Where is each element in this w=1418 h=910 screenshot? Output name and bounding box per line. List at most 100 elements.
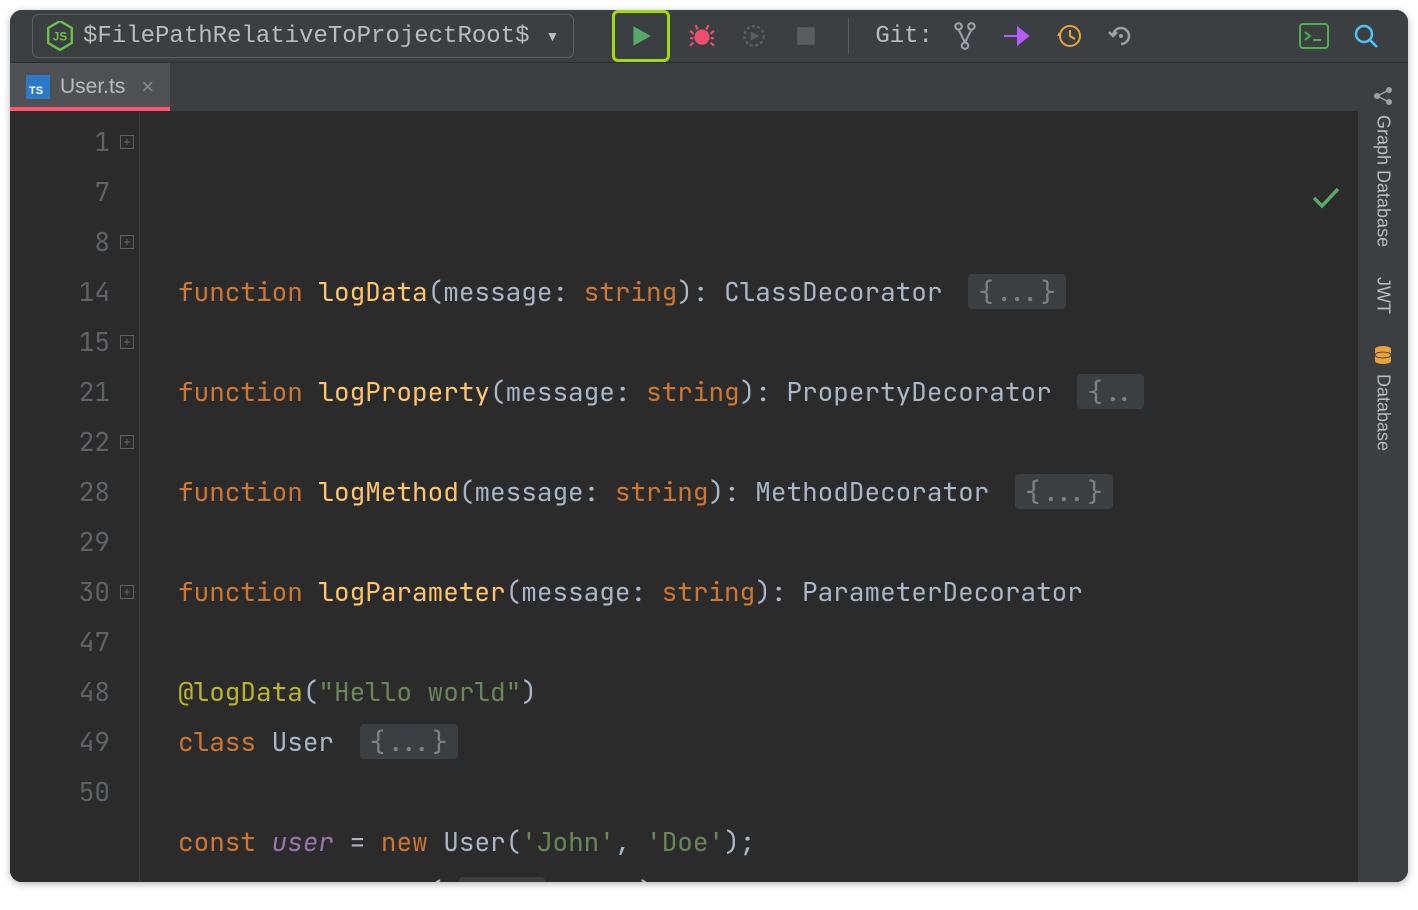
folded-region: {...} (968, 274, 1066, 309)
token: const (178, 824, 256, 859)
line-number: 28 (10, 467, 110, 517)
token: ) (521, 674, 537, 709)
inlay-hint: text: (459, 877, 545, 882)
line-number: 7 (10, 167, 110, 217)
debug-button[interactable] (682, 16, 722, 56)
line-number: 48 (10, 667, 110, 717)
folded-region: {.. (1077, 374, 1144, 409)
token: string (662, 574, 756, 609)
git-branch-button[interactable] (945, 16, 985, 56)
token: ParameterDecorator (802, 574, 1098, 609)
line-number: 47 (10, 617, 110, 667)
inspection-ok-icon[interactable] (1125, 125, 1340, 275)
sidebar-item-label: Graph Database (1373, 115, 1394, 247)
coverage-button[interactable] (734, 16, 774, 56)
token: logParameter (318, 574, 505, 609)
token: function (178, 274, 303, 309)
token: : (584, 474, 615, 509)
token: . (240, 874, 256, 882)
token: ( (490, 374, 506, 409)
fold-icon[interactable]: + (120, 235, 134, 249)
code-line[interactable] (178, 767, 1358, 817)
token: message (474, 474, 583, 509)
token: : (630, 574, 661, 609)
terminal-button[interactable] (1294, 16, 1334, 56)
token: : (771, 574, 802, 609)
line-number: 49 (10, 717, 110, 767)
token: message (506, 374, 615, 409)
token: @logData (178, 674, 303, 709)
folded-region: {...} (360, 724, 458, 759)
stop-button[interactable] (786, 16, 826, 56)
run-config-label: $FilePathRelativeToProjectRoot$ (83, 23, 529, 50)
fold-icon[interactable]: + (120, 335, 134, 349)
close-icon[interactable]: × (141, 74, 154, 100)
code-line[interactable] (178, 317, 1358, 367)
sidebar-item-graph-database[interactable]: Graph Database (1372, 71, 1394, 261)
code-editor[interactable]: 1+78+1415+2122+282930+47484950 function … (10, 111, 1358, 882)
code-line[interactable]: user.getFullName( text: '!!!') (178, 867, 1358, 882)
token: : (755, 374, 786, 409)
tab-user-ts[interactable]: TS User.ts × (10, 63, 170, 111)
token: ( (506, 824, 522, 859)
token: : (724, 474, 755, 509)
token: logProperty (318, 374, 490, 409)
code-line[interactable]: function logProperty(message: string): P… (178, 367, 1358, 417)
line-gutter: 1+78+1415+2122+282930+47484950 (10, 111, 140, 882)
code-line[interactable]: function logParameter(message: string): … (178, 567, 1358, 617)
line-number: 22+ (10, 417, 110, 467)
toolbar-divider (848, 18, 849, 54)
sidebar-item-jwt[interactable]: JWT (1373, 263, 1394, 328)
token: ClassDecorator (724, 274, 958, 309)
tab-label: User.ts (60, 75, 125, 99)
svg-text:JS: JS (53, 30, 68, 43)
line-number: 8+ (10, 217, 110, 267)
sidebar-item-label: Database (1373, 374, 1394, 451)
token: ( (303, 674, 319, 709)
token: 'John' (521, 824, 615, 859)
fold-icon[interactable]: + (120, 585, 134, 599)
nodejs-icon: JS (47, 21, 73, 51)
run-config-dropdown[interactable]: JS $FilePathRelativeToProjectRoot$ ▼ (32, 14, 574, 58)
code-line[interactable]: const user = new User('John', 'Doe'); (178, 817, 1358, 867)
chevron-down-icon: ▼ (545, 28, 559, 44)
code-line[interactable]: @logData("Hello world") (178, 667, 1358, 717)
token: logMethod (318, 474, 458, 509)
run-button[interactable] (612, 10, 670, 62)
code-content[interactable]: function logData(message: string): Class… (140, 111, 1358, 882)
code-line[interactable] (178, 517, 1358, 567)
token: = (334, 824, 381, 859)
token: message (443, 274, 552, 309)
fold-icon[interactable]: + (120, 435, 134, 449)
fold-icon[interactable]: + (120, 135, 134, 149)
token: PropertyDecorator (786, 374, 1067, 409)
token: : (615, 374, 646, 409)
token: ) (708, 474, 724, 509)
git-push-button[interactable] (997, 16, 1037, 56)
git-history-button[interactable] (1049, 16, 1089, 56)
token: MethodDecorator (755, 474, 1005, 509)
token: "Hello world" (318, 674, 521, 709)
token: ( (506, 574, 522, 609)
token: : (693, 274, 724, 309)
typescript-icon: TS (26, 75, 50, 99)
folded-region: {...} (1015, 474, 1113, 509)
line-number: 14 (10, 267, 110, 317)
git-label: Git: (875, 23, 933, 50)
line-number: 21 (10, 367, 110, 417)
token: 'Doe' (646, 824, 724, 859)
token: ( (428, 274, 444, 309)
code-line[interactable]: function logMethod(message: string): Met… (178, 467, 1358, 517)
editor-area: TS User.ts × 1+78+1415+2122+282930+47484… (10, 63, 1358, 882)
token: ( (459, 474, 475, 509)
code-line[interactable] (178, 417, 1358, 467)
token: function (178, 474, 303, 509)
git-rollback-button[interactable] (1101, 16, 1141, 56)
code-line[interactable] (178, 617, 1358, 667)
sidebar-item-database[interactable]: Database (1372, 330, 1394, 465)
line-number: 15+ (10, 317, 110, 367)
token: User (272, 724, 350, 759)
code-line[interactable]: class User {...} (178, 717, 1358, 767)
search-button[interactable] (1346, 16, 1386, 56)
line-number: 29 (10, 517, 110, 567)
